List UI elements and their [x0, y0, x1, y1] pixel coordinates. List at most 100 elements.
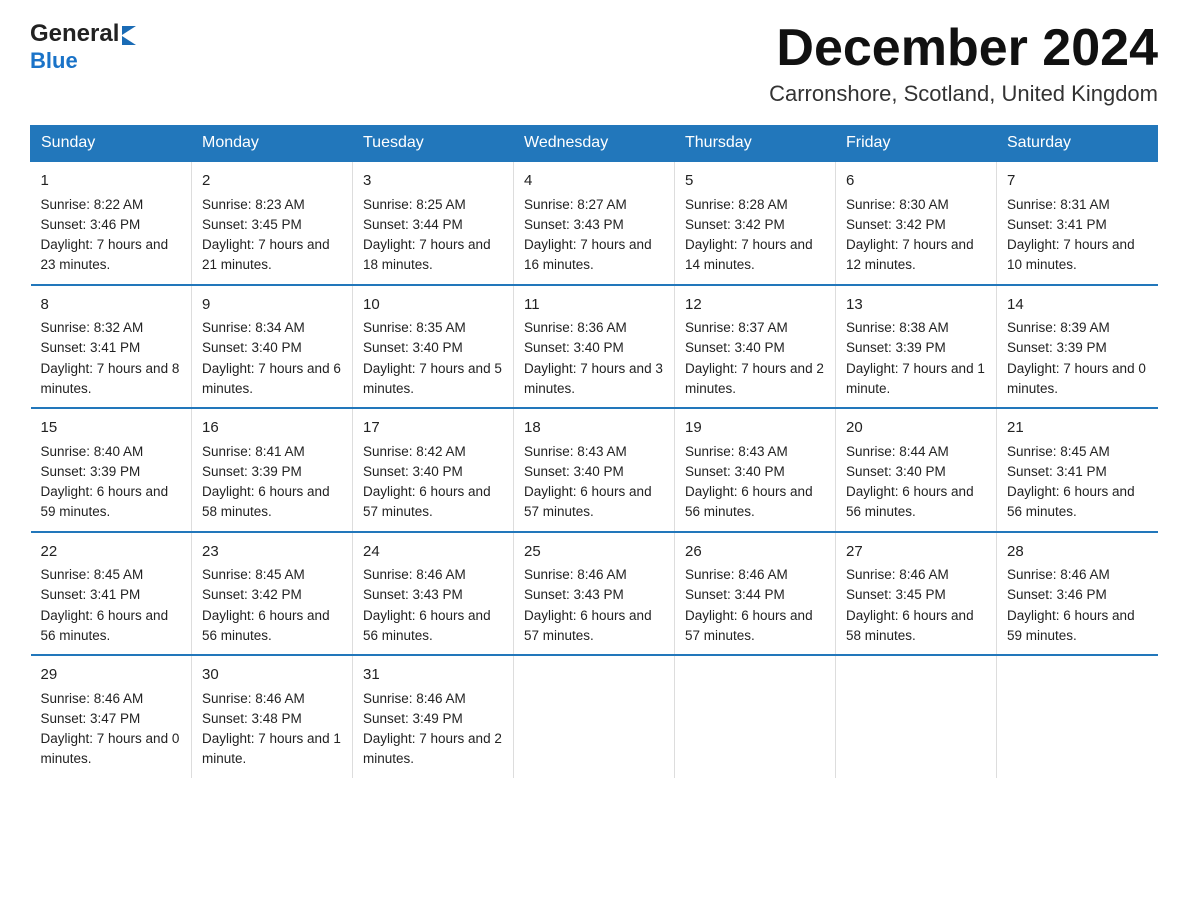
sunset-text: Sunset: 3:42 PM: [685, 217, 785, 232]
daylight-text: Daylight: 6 hours and 56 minutes.: [202, 608, 330, 643]
calendar-week-row: 1 Sunrise: 8:22 AM Sunset: 3:46 PM Dayli…: [31, 161, 1158, 285]
sunrise-text: Sunrise: 8:46 AM: [363, 567, 466, 582]
calendar-day-cell: 24 Sunrise: 8:46 AM Sunset: 3:43 PM Dayl…: [353, 532, 514, 656]
daylight-text: Daylight: 6 hours and 56 minutes.: [363, 608, 491, 643]
daylight-text: Daylight: 7 hours and 1 minute.: [846, 361, 985, 396]
daylight-text: Daylight: 7 hours and 2 minutes.: [363, 731, 502, 766]
day-number: 1: [41, 170, 182, 193]
sunrise-text: Sunrise: 8:46 AM: [524, 567, 627, 582]
daylight-text: Daylight: 7 hours and 14 minutes.: [685, 237, 813, 272]
month-title: December 2024: [769, 20, 1158, 77]
daylight-text: Daylight: 6 hours and 58 minutes.: [202, 484, 330, 519]
daylight-text: Daylight: 7 hours and 12 minutes.: [846, 237, 974, 272]
calendar-day-header: Saturday: [997, 126, 1158, 162]
daylight-text: Daylight: 7 hours and 18 minutes.: [363, 237, 491, 272]
sunset-text: Sunset: 3:44 PM: [685, 587, 785, 602]
day-number: 11: [524, 294, 664, 317]
day-number: 3: [363, 170, 503, 193]
calendar-week-row: 29 Sunrise: 8:46 AM Sunset: 3:47 PM Dayl…: [31, 655, 1158, 778]
daylight-text: Daylight: 7 hours and 0 minutes.: [41, 731, 180, 766]
sunset-text: Sunset: 3:40 PM: [685, 464, 785, 479]
sunrise-text: Sunrise: 8:45 AM: [202, 567, 305, 582]
sunrise-text: Sunrise: 8:32 AM: [41, 320, 144, 335]
sunrise-text: Sunrise: 8:42 AM: [363, 444, 466, 459]
daylight-text: Daylight: 7 hours and 8 minutes.: [41, 361, 180, 396]
sunrise-text: Sunrise: 8:36 AM: [524, 320, 627, 335]
day-number: 8: [41, 294, 182, 317]
sunset-text: Sunset: 3:49 PM: [363, 711, 463, 726]
day-number: 23: [202, 541, 342, 564]
sunrise-text: Sunrise: 8:40 AM: [41, 444, 144, 459]
calendar-day-cell: 22 Sunrise: 8:45 AM Sunset: 3:41 PM Dayl…: [31, 532, 192, 656]
day-number: 10: [363, 294, 503, 317]
calendar-day-cell: 1 Sunrise: 8:22 AM Sunset: 3:46 PM Dayli…: [31, 161, 192, 285]
location-title: Carronshore, Scotland, United Kingdom: [769, 81, 1158, 107]
sunrise-text: Sunrise: 8:30 AM: [846, 197, 949, 212]
daylight-text: Daylight: 7 hours and 3 minutes.: [524, 361, 663, 396]
calendar-day-cell: 30 Sunrise: 8:46 AM Sunset: 3:48 PM Dayl…: [192, 655, 353, 778]
sunset-text: Sunset: 3:41 PM: [41, 587, 141, 602]
calendar-day-cell: 6 Sunrise: 8:30 AM Sunset: 3:42 PM Dayli…: [836, 161, 997, 285]
calendar-week-row: 8 Sunrise: 8:32 AM Sunset: 3:41 PM Dayli…: [31, 285, 1158, 409]
calendar-day-cell: 21 Sunrise: 8:45 AM Sunset: 3:41 PM Dayl…: [997, 408, 1158, 532]
sunset-text: Sunset: 3:40 PM: [363, 340, 463, 355]
day-number: 6: [846, 170, 986, 193]
calendar-day-header: Friday: [836, 126, 997, 162]
daylight-text: Daylight: 7 hours and 1 minute.: [202, 731, 341, 766]
sunrise-text: Sunrise: 8:23 AM: [202, 197, 305, 212]
sunrise-text: Sunrise: 8:37 AM: [685, 320, 788, 335]
day-number: 27: [846, 541, 986, 564]
sunset-text: Sunset: 3:40 PM: [524, 340, 624, 355]
sunset-text: Sunset: 3:41 PM: [41, 340, 141, 355]
calendar-day-cell: 4 Sunrise: 8:27 AM Sunset: 3:43 PM Dayli…: [514, 161, 675, 285]
sunrise-text: Sunrise: 8:46 AM: [41, 691, 144, 706]
sunset-text: Sunset: 3:43 PM: [363, 587, 463, 602]
sunset-text: Sunset: 3:41 PM: [1007, 217, 1107, 232]
daylight-text: Daylight: 6 hours and 57 minutes.: [524, 484, 652, 519]
day-number: 15: [41, 417, 182, 440]
calendar-day-cell: 7 Sunrise: 8:31 AM Sunset: 3:41 PM Dayli…: [997, 161, 1158, 285]
sunrise-text: Sunrise: 8:45 AM: [41, 567, 144, 582]
calendar-day-cell: 16 Sunrise: 8:41 AM Sunset: 3:39 PM Dayl…: [192, 408, 353, 532]
sunrise-text: Sunrise: 8:25 AM: [363, 197, 466, 212]
sunrise-text: Sunrise: 8:39 AM: [1007, 320, 1110, 335]
day-number: 12: [685, 294, 825, 317]
sunrise-text: Sunrise: 8:46 AM: [363, 691, 466, 706]
daylight-text: Daylight: 6 hours and 59 minutes.: [1007, 608, 1135, 643]
sunset-text: Sunset: 3:47 PM: [41, 711, 141, 726]
daylight-text: Daylight: 7 hours and 23 minutes.: [41, 237, 169, 272]
sunset-text: Sunset: 3:39 PM: [202, 464, 302, 479]
sunrise-text: Sunrise: 8:31 AM: [1007, 197, 1110, 212]
day-number: 4: [524, 170, 664, 193]
sunrise-text: Sunrise: 8:41 AM: [202, 444, 305, 459]
day-number: 24: [363, 541, 503, 564]
sunrise-text: Sunrise: 8:28 AM: [685, 197, 788, 212]
calendar-day-cell: 26 Sunrise: 8:46 AM Sunset: 3:44 PM Dayl…: [675, 532, 836, 656]
calendar-week-row: 15 Sunrise: 8:40 AM Sunset: 3:39 PM Dayl…: [31, 408, 1158, 532]
daylight-text: Daylight: 6 hours and 56 minutes.: [1007, 484, 1135, 519]
calendar-day-cell: 31 Sunrise: 8:46 AM Sunset: 3:49 PM Dayl…: [353, 655, 514, 778]
sunset-text: Sunset: 3:41 PM: [1007, 464, 1107, 479]
day-number: 31: [363, 664, 503, 687]
sunset-text: Sunset: 3:42 PM: [202, 587, 302, 602]
calendar-day-cell: 13 Sunrise: 8:38 AM Sunset: 3:39 PM Dayl…: [836, 285, 997, 409]
sunset-text: Sunset: 3:40 PM: [202, 340, 302, 355]
calendar-day-cell: 12 Sunrise: 8:37 AM Sunset: 3:40 PM Dayl…: [675, 285, 836, 409]
calendar-day-cell: 28 Sunrise: 8:46 AM Sunset: 3:46 PM Dayl…: [997, 532, 1158, 656]
calendar-day-cell: 14 Sunrise: 8:39 AM Sunset: 3:39 PM Dayl…: [997, 285, 1158, 409]
day-number: 5: [685, 170, 825, 193]
calendar-day-header: Monday: [192, 126, 353, 162]
daylight-text: Daylight: 7 hours and 21 minutes.: [202, 237, 330, 272]
daylight-text: Daylight: 6 hours and 57 minutes.: [524, 608, 652, 643]
day-number: 28: [1007, 541, 1148, 564]
title-block: December 2024 Carronshore, Scotland, Uni…: [769, 20, 1158, 107]
calendar-day-cell: 27 Sunrise: 8:46 AM Sunset: 3:45 PM Dayl…: [836, 532, 997, 656]
day-number: 9: [202, 294, 342, 317]
day-number: 30: [202, 664, 342, 687]
daylight-text: Daylight: 7 hours and 10 minutes.: [1007, 237, 1135, 272]
calendar-week-row: 22 Sunrise: 8:45 AM Sunset: 3:41 PM Dayl…: [31, 532, 1158, 656]
day-number: 26: [685, 541, 825, 564]
logo-blue-text: Blue: [30, 48, 78, 73]
day-number: 17: [363, 417, 503, 440]
day-number: 7: [1007, 170, 1148, 193]
